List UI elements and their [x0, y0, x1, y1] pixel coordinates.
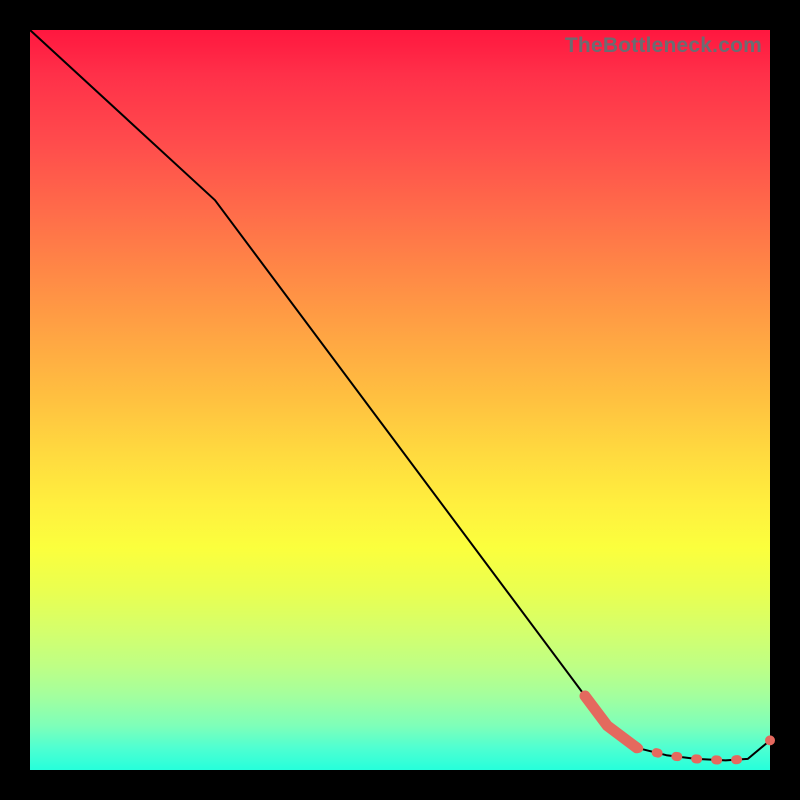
- series-thin-black-curve: [30, 30, 770, 760]
- chart-canvas: TheBottleneck.com: [0, 0, 800, 800]
- series-thick-salmon-segment: [585, 696, 637, 748]
- chart-overlay: [30, 30, 770, 770]
- marker-end-marker: [765, 735, 775, 745]
- plot-area: TheBottleneck.com: [30, 30, 770, 770]
- series-salmon-dashed-tail: [637, 748, 748, 761]
